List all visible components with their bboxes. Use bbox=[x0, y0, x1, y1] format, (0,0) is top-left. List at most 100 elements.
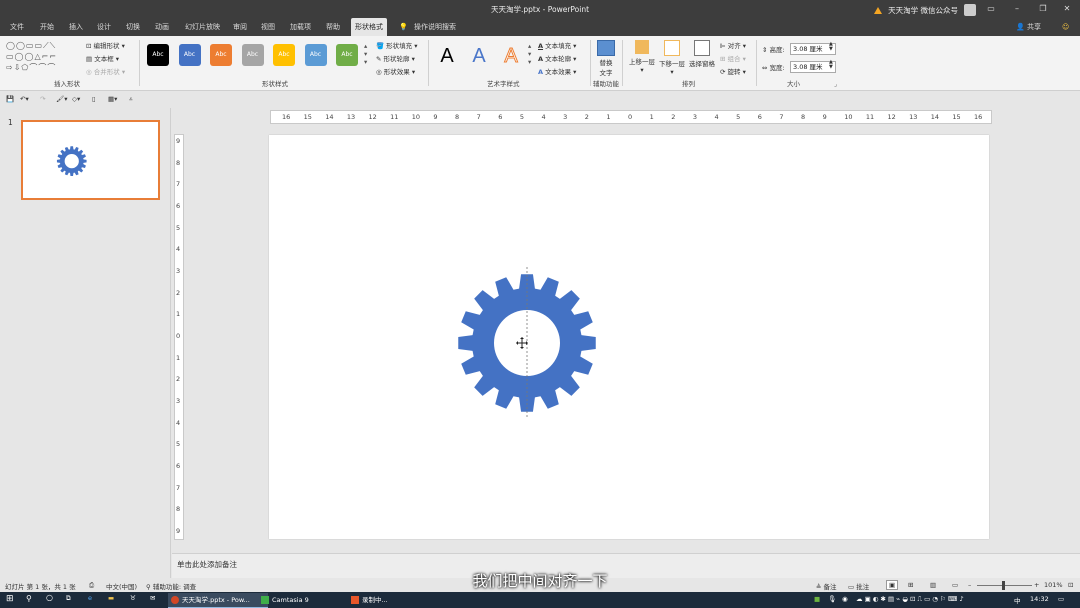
app-icon[interactable]: ♉ bbox=[130, 594, 136, 602]
reading-view-icon[interactable]: ▥ bbox=[930, 581, 936, 589]
tab-file[interactable]: 文件 bbox=[10, 18, 24, 36]
ime-indicator[interactable]: 中 bbox=[1014, 595, 1021, 605]
avatar[interactable] bbox=[964, 4, 976, 16]
file-explorer-icon[interactable]: ▬ bbox=[108, 594, 114, 602]
tab-insert[interactable]: 插入 bbox=[69, 18, 83, 36]
tray-app-icon[interactable]: ■ bbox=[814, 595, 820, 603]
tab-review[interactable]: 审阅 bbox=[233, 18, 247, 36]
shape-style-swatch[interactable]: Abc bbox=[210, 44, 232, 66]
zoom-slider-thumb[interactable] bbox=[1002, 581, 1005, 590]
slide-sorter-icon[interactable]: ⊞ bbox=[908, 581, 913, 589]
shape-style-swatch[interactable]: Abc bbox=[273, 44, 295, 66]
alt-text-button[interactable]: 替换 文字 bbox=[597, 40, 615, 77]
save-icon[interactable]: 💾 bbox=[6, 95, 14, 103]
taskbar-camtasia[interactable]: Camtasia 9 bbox=[258, 593, 358, 607]
rotate-button[interactable]: ⟳ 旋转 ▾ bbox=[720, 66, 746, 76]
text-fill-button[interactable]: A 文本填充 ▾ bbox=[538, 40, 576, 50]
undo-icon[interactable]: ↶▾ bbox=[20, 95, 29, 103]
group-label-accessibility: 辅助功能 bbox=[593, 80, 619, 88]
group-button[interactable]: ⊞ 组合 ▾ bbox=[720, 53, 746, 63]
wordart-black-sample[interactable]: A bbox=[434, 42, 460, 70]
shape-style-swatch[interactable]: Abc bbox=[241, 44, 264, 66]
notification-icon[interactable]: ▭ bbox=[1058, 595, 1064, 603]
close-button[interactable]: ✕ bbox=[1056, 2, 1078, 16]
language-status[interactable]: 中文(中国) bbox=[106, 581, 137, 591]
shape-outline-button[interactable]: ✎ 形状轮廓 ▾ bbox=[376, 53, 415, 63]
new-slide-icon[interactable]: ▯ bbox=[92, 95, 96, 103]
accessibility-status[interactable]: ⚲ 辅助功能: 调查 bbox=[146, 581, 196, 591]
ruler-tick-label: 13 bbox=[346, 113, 356, 121]
format-painter-icon[interactable]: 🖌▾ bbox=[56, 95, 68, 103]
shape-effects-button[interactable]: ◎ 形状效果 ▾ bbox=[376, 66, 415, 76]
windows-start-icon[interactable]: ⊞ bbox=[6, 594, 14, 604]
taskbar-powerpoint[interactable]: 天天淘学.pptx - Pow... bbox=[168, 593, 268, 608]
tab-design[interactable]: 设计 bbox=[97, 18, 111, 36]
layout-icon[interactable]: ▦▾ bbox=[108, 95, 117, 103]
wechat-icon[interactable]: ◉ bbox=[842, 595, 848, 603]
slide-info: 幻灯片 第 1 张，共 1 张 bbox=[5, 583, 76, 591]
selection-pane-button[interactable]: 选择窗格 bbox=[689, 40, 715, 68]
shape-style-swatch[interactable]: Abc bbox=[304, 44, 327, 66]
merge-shapes-button[interactable]: ◎ 合并形状 ▾ bbox=[86, 66, 125, 76]
shape-style-swatch[interactable]: Abc bbox=[178, 44, 201, 66]
task-view-icon[interactable]: ⧉ bbox=[66, 594, 71, 603]
send-backward-button[interactable]: 下移一层 ▾ bbox=[659, 40, 685, 76]
slide-thumbnail[interactable] bbox=[21, 120, 160, 200]
ruler-tick-label: 1 bbox=[649, 113, 654, 121]
clock[interactable]: 14:32 bbox=[1030, 595, 1049, 603]
ribbon-display-options-icon[interactable]: ▭ bbox=[980, 2, 1002, 16]
tab-slideshow[interactable]: 幻灯片放映 bbox=[185, 18, 220, 36]
shape-fill-button[interactable]: 🪣 形状填充 ▾ bbox=[376, 40, 418, 50]
tell-me-search[interactable]: 操作说明搜索 bbox=[414, 18, 456, 36]
comments-button[interactable]: ▭ 批注 bbox=[848, 581, 869, 591]
minimize-button[interactable]: – bbox=[1006, 2, 1028, 16]
wordart-orange-outline-sample[interactable]: A bbox=[498, 42, 524, 70]
restore-button[interactable]: ❐ bbox=[1032, 2, 1054, 16]
tab-addins[interactable]: 加载项 bbox=[290, 18, 311, 36]
text-box-button[interactable]: ▤ 文本框 ▾ bbox=[86, 53, 119, 63]
ruler-tick-label: 1 bbox=[606, 113, 611, 121]
align-button[interactable]: ⊫ 对齐 ▾ bbox=[720, 40, 746, 50]
tab-home[interactable]: 开始 bbox=[40, 18, 54, 36]
tab-shape-format[interactable]: 形状格式 bbox=[351, 18, 387, 36]
height-spinner[interactable]: ▲ ▼ bbox=[829, 42, 833, 52]
width-spinner[interactable]: ▲ ▼ bbox=[829, 60, 833, 70]
zoom-in-icon[interactable]: + bbox=[1034, 581, 1039, 589]
gallery-scroll-icon[interactable]: ▴ ▾ ▾ bbox=[364, 42, 367, 66]
text-outline-button[interactable]: A 文本轮廓 ▾ bbox=[538, 53, 576, 63]
edit-shape-button[interactable]: ⊡ 编辑形状 ▾ bbox=[86, 40, 125, 50]
wordart-blue-sample[interactable]: A bbox=[466, 42, 492, 70]
notes-button[interactable]: ≜ 备注 bbox=[816, 581, 837, 591]
fit-to-window-icon[interactable]: ⊡ bbox=[1068, 581, 1073, 589]
account-area[interactable]: 天天淘学 微信公众号 bbox=[874, 4, 976, 16]
tab-view[interactable]: 视图 bbox=[261, 18, 275, 36]
search-icon[interactable]: ⚲ bbox=[26, 594, 32, 603]
tray-icons[interactable]: ☁ ▣ ◐ ✱ ▤ ⌁ ◒ ⊡ ⎍ ▭ ◔ ⚐ ⌨ ♪ bbox=[856, 595, 964, 604]
shape-style-swatch[interactable]: Abc bbox=[147, 44, 169, 66]
spellcheck-icon[interactable]: ⎙ bbox=[89, 581, 94, 590]
zoom-out-icon[interactable]: – bbox=[968, 581, 971, 589]
cortana-icon[interactable]: ○ bbox=[46, 593, 53, 602]
microphone-icon[interactable]: 🎙 bbox=[828, 595, 836, 603]
tab-transitions[interactable]: 切换 bbox=[126, 18, 140, 36]
zoom-level[interactable]: 101% bbox=[1044, 581, 1063, 589]
size-dialog-launcher-icon[interactable]: ⌟ bbox=[834, 80, 837, 88]
shape-style-swatch[interactable]: Abc bbox=[336, 44, 358, 66]
slide-canvas[interactable] bbox=[269, 135, 989, 539]
smiley-icon[interactable]: ☺ bbox=[1062, 18, 1069, 36]
shapes-gallery[interactable]: ◯◯▭▭⟋⟍ ▭◯◯△⌐⌐ ⇨⇩⬠⌒⌒⌒ bbox=[6, 40, 81, 74]
customize-qat-icon[interactable]: ⩡ bbox=[129, 95, 133, 104]
bring-forward-button[interactable]: 上移一层 ▾ bbox=[629, 40, 655, 74]
normal-view-icon[interactable]: ▣ bbox=[886, 580, 899, 590]
redo-icon[interactable]: ↷ bbox=[40, 95, 45, 103]
shapes-icon[interactable]: ◇▾ bbox=[72, 95, 80, 103]
edge-icon[interactable]: e bbox=[88, 594, 92, 602]
share-button[interactable]: 👤 共享 bbox=[1016, 18, 1041, 36]
slideshow-view-icon[interactable]: ▭ bbox=[952, 581, 958, 589]
taskbar-recording[interactable]: 录制中... bbox=[348, 593, 448, 607]
wordart-gallery-scroll-icon[interactable]: ▴ ▾ ▾ bbox=[528, 42, 531, 66]
mail-icon[interactable]: ✉ bbox=[150, 594, 155, 602]
text-effects-button[interactable]: A 文本效果 ▾ bbox=[538, 66, 576, 76]
tab-animations[interactable]: 动画 bbox=[155, 18, 169, 36]
tab-help[interactable]: 帮助 bbox=[326, 18, 340, 36]
